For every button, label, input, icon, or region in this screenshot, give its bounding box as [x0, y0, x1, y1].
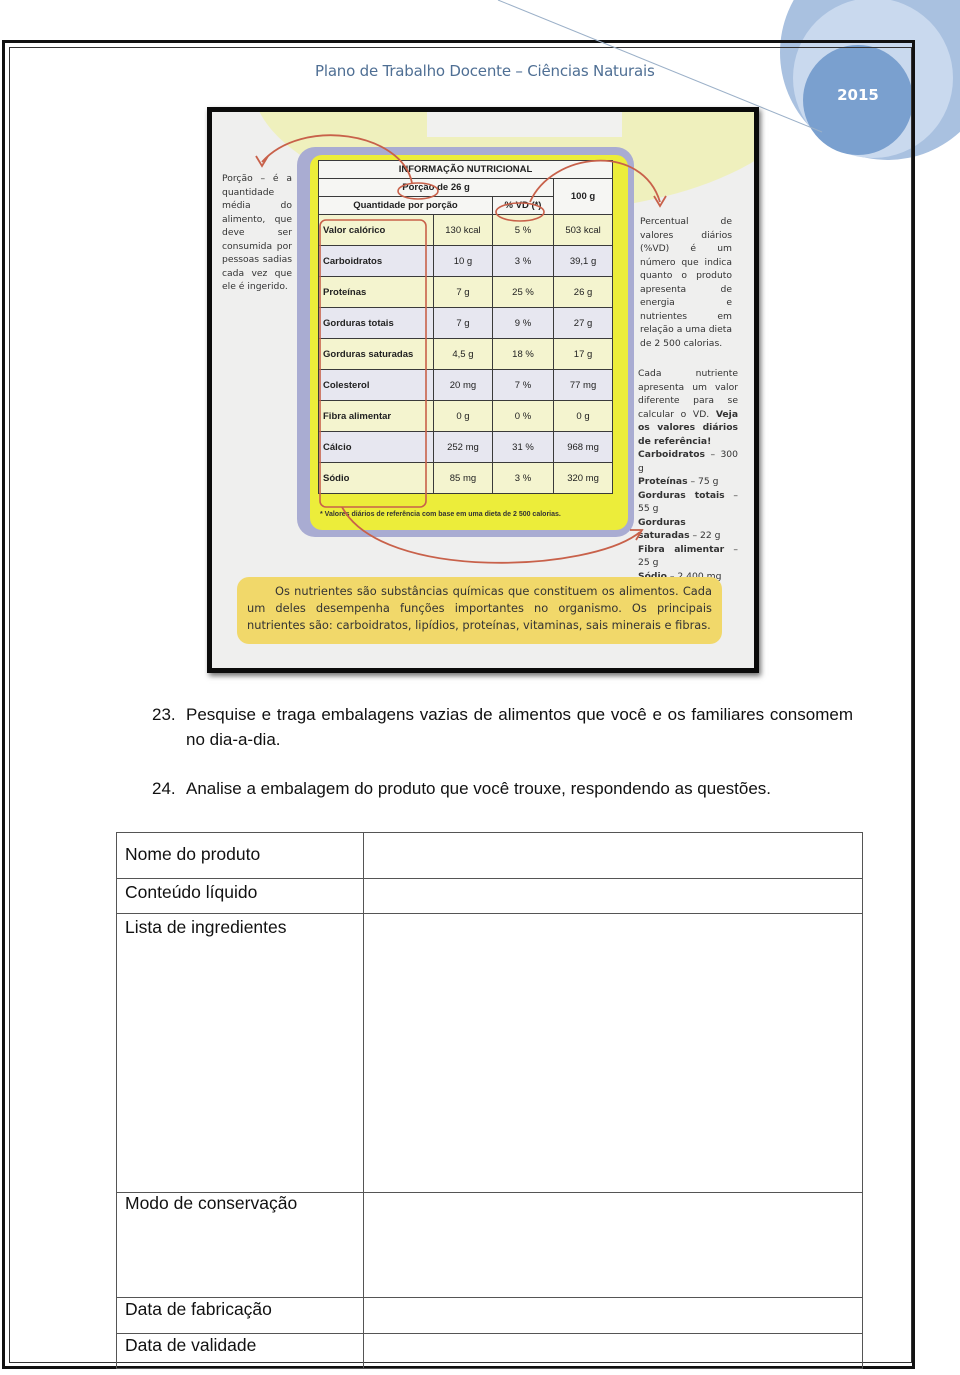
- vd-percent: 9 %: [491, 307, 555, 339]
- per100-header: 100 g: [553, 178, 613, 215]
- header-year: 2015: [837, 86, 879, 104]
- portion-amount: 252 mg: [433, 431, 493, 463]
- reference-nutrient: Gorduras totais: [638, 489, 725, 501]
- reference-values: Cada nutriente apresenta um valor difere…: [638, 367, 738, 583]
- per100-amount: 39,1 g: [553, 245, 613, 277]
- question-text: Analise a embalagem do produto que você …: [186, 779, 772, 798]
- nutrient-name: Fibra alimentar: [318, 400, 434, 432]
- form-answer-cell[interactable]: [363, 1333, 863, 1369]
- per100-amount: 27 g: [553, 307, 613, 339]
- per100-amount: 26 g: [553, 276, 613, 308]
- per100-amount: 320 mg: [553, 462, 613, 494]
- form-label: Data de validade: [116, 1333, 364, 1369]
- vd-percent: 31 %: [491, 431, 555, 463]
- portion-explanation: Porção – é a quantidade média do aliment…: [222, 173, 292, 292]
- portion-header: Porção de 26 g: [317, 178, 555, 197]
- nutrition-row: Carboidratos 10 g3 % 39,1 g: [318, 245, 613, 277]
- nutrient-name: Sódio: [318, 462, 434, 494]
- vd-percent: 7 %: [491, 369, 555, 401]
- question-number: 24.: [152, 779, 176, 798]
- portion-amount: 7 g: [433, 276, 493, 308]
- nutrition-row: Sódio 85 mg 3 % 320 mg: [318, 462, 613, 494]
- reference-nutrient: Fibra alimentar: [638, 543, 725, 555]
- nutrition-table-title: INFORMAÇÃO NUTRICIONAL: [318, 160, 613, 179]
- form-answer-cell[interactable]: [363, 913, 863, 1193]
- nutrition-row: Fibra alimentar 0 g0 % 0 g: [318, 400, 613, 432]
- nutrient-name: Proteínas: [318, 276, 434, 308]
- nutrition-row: Valor calórico 130 kcal 5 % 503 kcal: [318, 214, 613, 246]
- nutrient-name: Carboidratos: [318, 245, 434, 277]
- portion-amount: 130 kcal: [433, 214, 493, 246]
- portion-value: de 26 g: [437, 182, 470, 193]
- reference-nutrient: Gorduras saturadas: [638, 516, 690, 542]
- form-row-storage: Modo de conservação: [116, 1192, 863, 1298]
- nutrients-info-box: Os nutrientes são substâncias químicas q…: [237, 577, 722, 644]
- nutrition-row: Colesterol 20 mg 7 % 77 mg: [318, 369, 613, 401]
- vd-percent: 3 %: [491, 462, 555, 494]
- form-label: Lista de ingredientes: [116, 913, 364, 1193]
- product-analysis-table: Nome do produto Conteúdo líquido Lista d…: [116, 832, 863, 1369]
- nutrition-footnote: * Valores diários de referência com base…: [320, 511, 561, 518]
- reference-item: Proteínas – 75 g: [638, 475, 738, 489]
- per100-amount: 503 kcal: [553, 214, 613, 246]
- vd-explanation: Percentual de valores diários (%VD) é um…: [640, 216, 732, 349]
- portion-amount: 10 g: [433, 245, 493, 277]
- question-24: 24. Analise a embalagem do produto que v…: [152, 776, 853, 801]
- question-number: 23.: [152, 705, 176, 724]
- form-label: Conteúdo líquido: [116, 878, 364, 914]
- vd-percent: 5 %: [491, 214, 555, 246]
- reference-nutrient: Proteínas: [638, 476, 688, 487]
- form-label: Nome do produto: [116, 832, 364, 879]
- vd-percent: 0 %: [491, 400, 555, 432]
- question-text: Pesquise e traga embalagens vazias de al…: [186, 705, 853, 749]
- form-answer-cell[interactable]: [363, 832, 863, 879]
- form-row-product-name: Nome do produto: [116, 832, 863, 879]
- reference-item: Gorduras saturadas – 22 g: [638, 516, 738, 543]
- form-answer-cell[interactable]: [363, 1297, 863, 1334]
- nutrition-row: Proteínas 7 g 25 % 26 g: [318, 276, 613, 308]
- per100-amount: 968 mg: [553, 431, 613, 463]
- document-title: Plano de Trabalho Docente – Ciências Nat…: [315, 62, 655, 80]
- portion-amount: 4,5 g: [433, 338, 493, 370]
- nutrient-name: Gorduras saturadas: [318, 338, 434, 370]
- nutrition-row: Cálcio 252 mg 31 % 968 mg: [318, 431, 613, 463]
- portion-amount: 20 mg: [433, 369, 493, 401]
- nutrient-name: Cálcio: [318, 431, 434, 463]
- question-23: 23. Pesquise e traga embalagens vazias d…: [152, 702, 853, 752]
- vd-header: % VD (*): [491, 196, 555, 215]
- nutrient-name: Valor calórico: [318, 214, 434, 246]
- form-row-expiry-date: Data de validade: [116, 1333, 863, 1369]
- reference-nutrient: Carboidratos: [638, 449, 705, 460]
- quantity-header: Quantidade por porção: [318, 196, 493, 215]
- reference-item: Gorduras totais – 55 g: [638, 489, 738, 516]
- vd-percent: 18 %: [491, 338, 555, 370]
- form-label: Modo de conservação: [116, 1192, 364, 1298]
- per100-amount: 17 g: [553, 338, 613, 370]
- portion-amount: 7 g: [433, 307, 493, 339]
- form-label: Data de fabricação: [116, 1297, 364, 1334]
- reference-item: Carboidratos – 300 g: [638, 448, 738, 475]
- per100-amount: 77 mg: [553, 369, 613, 401]
- per100-amount: 0 g: [553, 400, 613, 432]
- nutrition-row: Gorduras totais 7 g9 % 27 g: [318, 307, 613, 339]
- vd-percent: 3 %: [491, 245, 555, 277]
- portion-amount: 0 g: [433, 400, 493, 432]
- nutrition-row: Gorduras saturadas 4,5 g 18 % 17 g: [318, 338, 613, 370]
- nutrition-label-image: INFORMAÇÃO NUTRICIONAL Porção de 26 g 10…: [207, 107, 759, 673]
- vd-percent: 25 %: [491, 276, 555, 308]
- form-answer-cell[interactable]: [363, 1192, 863, 1298]
- form-row-manufacture-date: Data de fabricação: [116, 1297, 863, 1334]
- portion-amount: 85 mg: [433, 462, 493, 494]
- figure-background-strip: [427, 112, 622, 137]
- reference-value: – 75 g: [690, 476, 719, 487]
- reference-item: Fibra alimentar – 25 g: [638, 543, 738, 570]
- nutrient-name: Gorduras totais: [318, 307, 434, 339]
- portion-label: Porção: [402, 182, 435, 193]
- form-row-net-content: Conteúdo líquido: [116, 878, 863, 914]
- form-row-ingredients: Lista de ingredientes: [116, 913, 863, 1193]
- form-answer-cell[interactable]: [363, 878, 863, 914]
- nutrient-name: Colesterol: [318, 369, 434, 401]
- reference-value: – 22 g: [692, 530, 721, 541]
- nutrition-facts-table: INFORMAÇÃO NUTRICIONAL Porção de 26 g 10…: [317, 160, 613, 494]
